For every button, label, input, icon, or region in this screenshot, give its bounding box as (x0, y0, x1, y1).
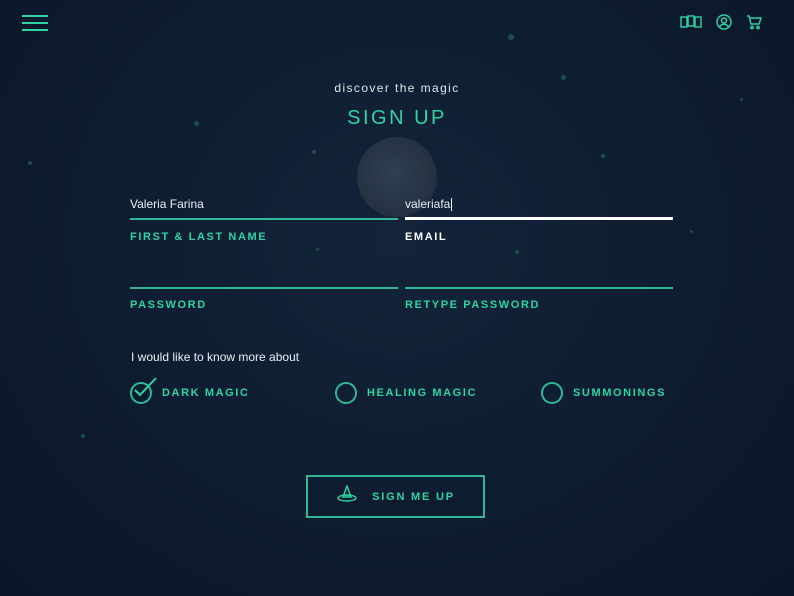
page-title: SIGN UP (347, 107, 447, 129)
checkbox-unchecked[interactable] (335, 382, 357, 404)
option-label: DARK MAGIC (162, 387, 250, 399)
retype-password-field-label: RETYPE PASSWORD (405, 299, 541, 311)
background-star (81, 434, 85, 438)
name-field-underline (130, 218, 398, 220)
email-input-value[interactable]: valeriafa (405, 196, 453, 212)
witch-hat-icon (336, 483, 358, 508)
email-input-text: valeriafa (405, 197, 451, 211)
background-star (312, 150, 316, 154)
option-label: HEALING MAGIC (367, 387, 478, 399)
header-icons (680, 14, 762, 30)
password-field-underline (130, 287, 398, 289)
email-field-label: EMAIL (405, 231, 448, 243)
background-star (601, 154, 605, 158)
option-healing-magic[interactable]: HEALING MAGIC (335, 382, 477, 404)
background-star (316, 248, 319, 251)
page-subtitle: discover the magic (334, 81, 460, 95)
background-star (690, 230, 693, 233)
checkbox-unchecked[interactable] (541, 382, 563, 404)
background-star (508, 34, 514, 40)
interests-prompt: I would like to know more about (131, 350, 300, 364)
password-field-label: PASSWORD (130, 299, 207, 311)
cards-icon[interactable] (680, 14, 702, 30)
option-dark-magic[interactable]: DARK MAGIC (130, 377, 250, 404)
text-caret (451, 198, 453, 212)
sign-me-up-label: SIGN ME UP (372, 490, 455, 503)
email-field-underline (405, 217, 673, 220)
name-input-value[interactable]: Valeria Farina (130, 196, 204, 212)
background-star (561, 75, 566, 80)
user-account-icon[interactable] (716, 14, 732, 30)
background-star (740, 98, 743, 101)
checkbox-checked[interactable] (130, 377, 157, 404)
option-summonings[interactable]: SUMMONINGS (541, 382, 666, 404)
sign-me-up-button[interactable]: SIGN ME UP (306, 475, 485, 518)
shopping-cart-icon[interactable] (746, 14, 762, 30)
name-field-label: FIRST & LAST NAME (130, 231, 268, 243)
option-label: SUMMONINGS (573, 387, 666, 399)
background-star (28, 161, 32, 165)
background-star (515, 250, 519, 254)
hamburger-menu-icon[interactable] (22, 14, 48, 32)
retype-password-field-underline (405, 287, 673, 289)
